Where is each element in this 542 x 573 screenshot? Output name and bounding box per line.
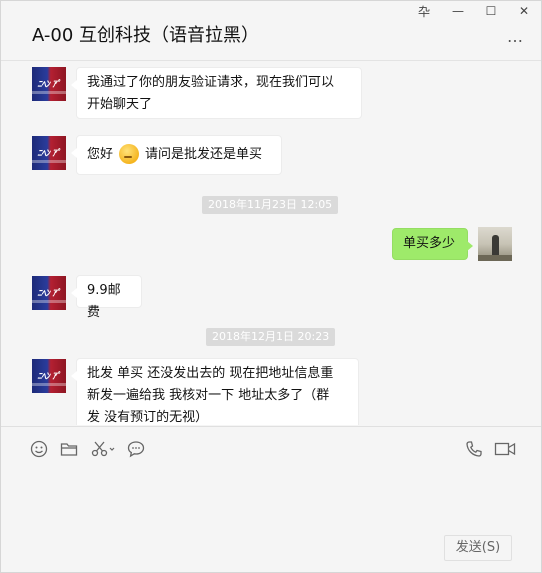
message-text: 请问是批发还是单买 bbox=[145, 147, 263, 162]
message-line: 我通过了你的朋友验证请求，现在我们可以 bbox=[87, 75, 335, 90]
thinking-face-icon bbox=[119, 143, 140, 164]
close-button[interactable]: ✕ bbox=[507, 1, 541, 21]
message-bubble[interactable]: 您好 请问是批发还是单买 bbox=[71, 135, 282, 175]
send-button[interactable]: 发送(S) bbox=[444, 535, 512, 561]
message-line: 新发一遍给我 我核对一下 地址太多了（群 bbox=[87, 388, 330, 403]
minimize-button[interactable]: — bbox=[441, 1, 475, 21]
chat-title: A-00 互创科技（语音拉黑） bbox=[32, 25, 260, 46]
avatar-logo-text: ﾆﾍﾝ ｱﾟ bbox=[37, 372, 61, 382]
message-text: 9.9邮费 bbox=[87, 283, 121, 320]
message-bubble[interactable]: 批发 单买 还没发出去的 现在把地址信息重 新发一遍给我 我核对一下 地址太多了… bbox=[71, 358, 359, 425]
chat-bubble-icon[interactable] bbox=[126, 439, 146, 459]
contact-avatar[interactable]: ﾆﾍﾝ ｱﾟ bbox=[32, 67, 66, 101]
message-line: 开始聊天了 bbox=[87, 97, 153, 112]
avatar-logo-text: ﾆﾍﾝ ｱﾟ bbox=[37, 80, 61, 90]
timestamp: 2018年11月23日 12:05 bbox=[202, 196, 339, 214]
message-text: 您好 bbox=[87, 147, 114, 162]
my-avatar[interactable] bbox=[478, 227, 512, 261]
message-bubble[interactable]: 9.9邮费 bbox=[71, 275, 142, 320]
avatar-stripe bbox=[32, 383, 66, 386]
avatar-ground bbox=[478, 255, 512, 261]
message-line: 发 没有预订的无视） bbox=[87, 410, 209, 425]
message-line: 批发 单买 还没发出去的 现在把地址信息重 bbox=[87, 366, 334, 381]
message-text: 单买多少 bbox=[403, 236, 456, 251]
message-input[interactable] bbox=[1, 467, 541, 527]
emoji-icon[interactable] bbox=[29, 439, 49, 459]
title-bar: A-00 互创科技（语音拉黑） 卆 — ☐ ✕ … bbox=[1, 1, 541, 61]
toolbar-divider bbox=[1, 426, 541, 427]
contact-avatar[interactable]: ﾆﾍﾝ ｱﾟ bbox=[32, 276, 66, 310]
chat-window: A-00 互创科技（语音拉黑） 卆 — ☐ ✕ … ﾆﾍﾝ ｱﾟ 我通过了你的朋… bbox=[0, 0, 542, 573]
avatar-stripe bbox=[32, 91, 66, 94]
avatar-logo-text: ﾆﾍﾝ ｱﾟ bbox=[37, 289, 61, 299]
avatar-stripe bbox=[32, 160, 66, 163]
message-list[interactable]: ﾆﾍﾝ ｱﾟ 我通过了你的朋友验证请求，现在我们可以 开始聊天了 ﾆﾍﾝ ｱﾟ … bbox=[1, 62, 541, 425]
maximize-button[interactable]: ☐ bbox=[474, 1, 508, 21]
avatar-logo-text: ﾆﾍﾝ ｱﾟ bbox=[37, 149, 61, 159]
avatar-figure bbox=[492, 235, 499, 257]
scissors-icon[interactable] bbox=[90, 439, 116, 459]
timestamp: 2018年12月1日 20:23 bbox=[206, 328, 336, 346]
phone-icon[interactable] bbox=[464, 439, 484, 459]
contact-avatar[interactable]: ﾆﾍﾝ ｱﾟ bbox=[32, 136, 66, 170]
message-bubble[interactable]: 我通过了你的朋友验证请求，现在我们可以 开始聊天了 bbox=[71, 67, 362, 119]
pin-icon[interactable]: 卆 bbox=[407, 1, 441, 21]
video-icon[interactable] bbox=[494, 439, 516, 459]
contact-avatar[interactable]: ﾆﾍﾝ ｱﾟ bbox=[32, 359, 66, 393]
more-options-icon[interactable]: … bbox=[501, 27, 531, 46]
my-message-bubble[interactable]: 单买多少 bbox=[392, 228, 473, 260]
avatar-stripe bbox=[32, 300, 66, 303]
folder-icon[interactable] bbox=[59, 439, 79, 459]
